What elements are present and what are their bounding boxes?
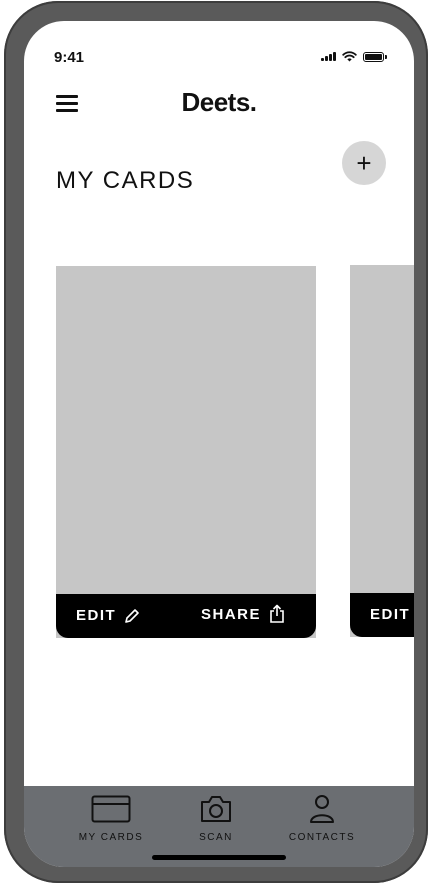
status-time: 9:41 <box>54 49 85 66</box>
card[interactable]: EDIT <box>350 265 414 637</box>
share-button[interactable]: SHARE <box>201 604 285 624</box>
battery-icon <box>363 51 387 62</box>
share-icon <box>270 604 284 623</box>
wifi-icon <box>342 51 357 62</box>
app-screen: 9:41 Deets. MY CARDS + EDIT SHARE EDIT M… <box>24 21 414 867</box>
app-logo: Deets. <box>181 87 257 117</box>
nav-scan[interactable]: SCAN <box>191 794 241 843</box>
share-label: SHARE <box>201 605 262 623</box>
nav-contacts[interactable]: CONTACTS <box>282 794 362 843</box>
home-indicator <box>152 855 286 860</box>
edit-label: EDIT <box>76 607 117 624</box>
signal-icon <box>321 52 336 61</box>
plus-icon: + <box>356 147 372 178</box>
status-icons <box>321 51 387 62</box>
card-action-bar: EDIT <box>350 593 414 637</box>
page-title: MY CARDS <box>56 167 195 194</box>
add-card-button[interactable]: + <box>342 141 386 185</box>
edit-button[interactable]: EDIT <box>76 607 140 624</box>
camera-icon <box>201 796 231 822</box>
nav-my-cards[interactable]: MY CARDS <box>76 794 146 843</box>
phone-frame: 9:41 Deets. MY CARDS + EDIT SHARE EDIT M… <box>4 1 428 883</box>
card-icon <box>91 795 131 823</box>
pencil-icon <box>125 608 139 623</box>
nav-label: SCAN <box>199 832 233 843</box>
edit-button[interactable]: EDIT <box>370 606 410 623</box>
card[interactable]: EDIT SHARE <box>56 266 316 638</box>
nav-label: MY CARDS <box>78 832 144 843</box>
user-icon <box>310 795 334 823</box>
card-action-bar: EDIT SHARE <box>56 594 316 638</box>
edit-label: EDIT <box>370 606 411 623</box>
nav-label: CONTACTS <box>288 832 356 843</box>
